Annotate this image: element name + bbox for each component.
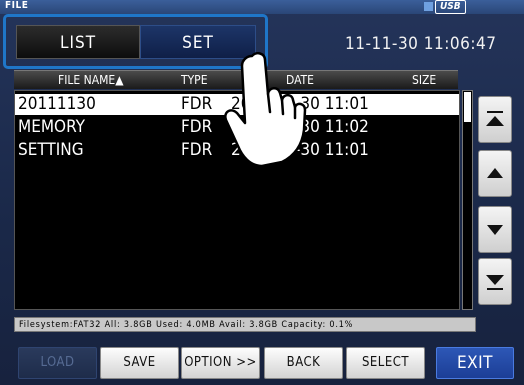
scroll-top-button[interactable] bbox=[478, 96, 512, 143]
file-type: FDR bbox=[181, 117, 213, 137]
screen-title: FILE bbox=[5, 0, 29, 11]
usb-label: USB bbox=[435, 0, 466, 14]
scroll-up-button[interactable] bbox=[478, 150, 512, 197]
header-size[interactable]: SIZE bbox=[412, 73, 436, 87]
file-name: 20111130 bbox=[18, 94, 96, 114]
load-button[interactable]: LOAD bbox=[18, 347, 97, 379]
pointing-hand-icon bbox=[224, 52, 307, 168]
file-name: SETTING bbox=[18, 140, 84, 160]
file-screen: FILE USB LIST SET 11-11-30 11:06:47 FILE… bbox=[0, 0, 524, 385]
usb-indicator: USB bbox=[424, 0, 466, 14]
scroll-down-button[interactable] bbox=[478, 206, 512, 253]
usb-icon bbox=[424, 1, 433, 11]
filesystem-status: Filesystem:FAT32 All: 3.8GB Used: 4.0MB … bbox=[14, 317, 476, 332]
list-scrollbar[interactable] bbox=[462, 90, 473, 310]
save-button[interactable]: SAVE bbox=[100, 347, 179, 379]
tab-list[interactable]: LIST bbox=[16, 25, 140, 59]
file-type: FDR bbox=[181, 140, 213, 160]
title-bar: FILE USB bbox=[0, 0, 524, 14]
option-button[interactable]: OPTION >> bbox=[181, 347, 260, 379]
scrollbar-thumb[interactable] bbox=[464, 92, 471, 122]
double-up-icon bbox=[486, 111, 504, 126]
up-icon bbox=[487, 168, 503, 178]
scroll-bottom-button[interactable] bbox=[478, 258, 512, 305]
select-button[interactable]: SELECT bbox=[346, 347, 425, 379]
header-type[interactable]: TYPE bbox=[181, 73, 208, 87]
file-type: FDR bbox=[181, 94, 213, 114]
exit-button[interactable]: EXIT bbox=[436, 347, 514, 379]
clock: 11-11-30 11:06:47 bbox=[345, 34, 497, 54]
double-down-icon bbox=[486, 275, 504, 290]
down-icon bbox=[487, 225, 503, 235]
file-name: MEMORY bbox=[18, 117, 85, 137]
back-button[interactable]: BACK bbox=[264, 347, 343, 379]
header-file-name[interactable]: FILE NAME▲ bbox=[58, 73, 124, 87]
